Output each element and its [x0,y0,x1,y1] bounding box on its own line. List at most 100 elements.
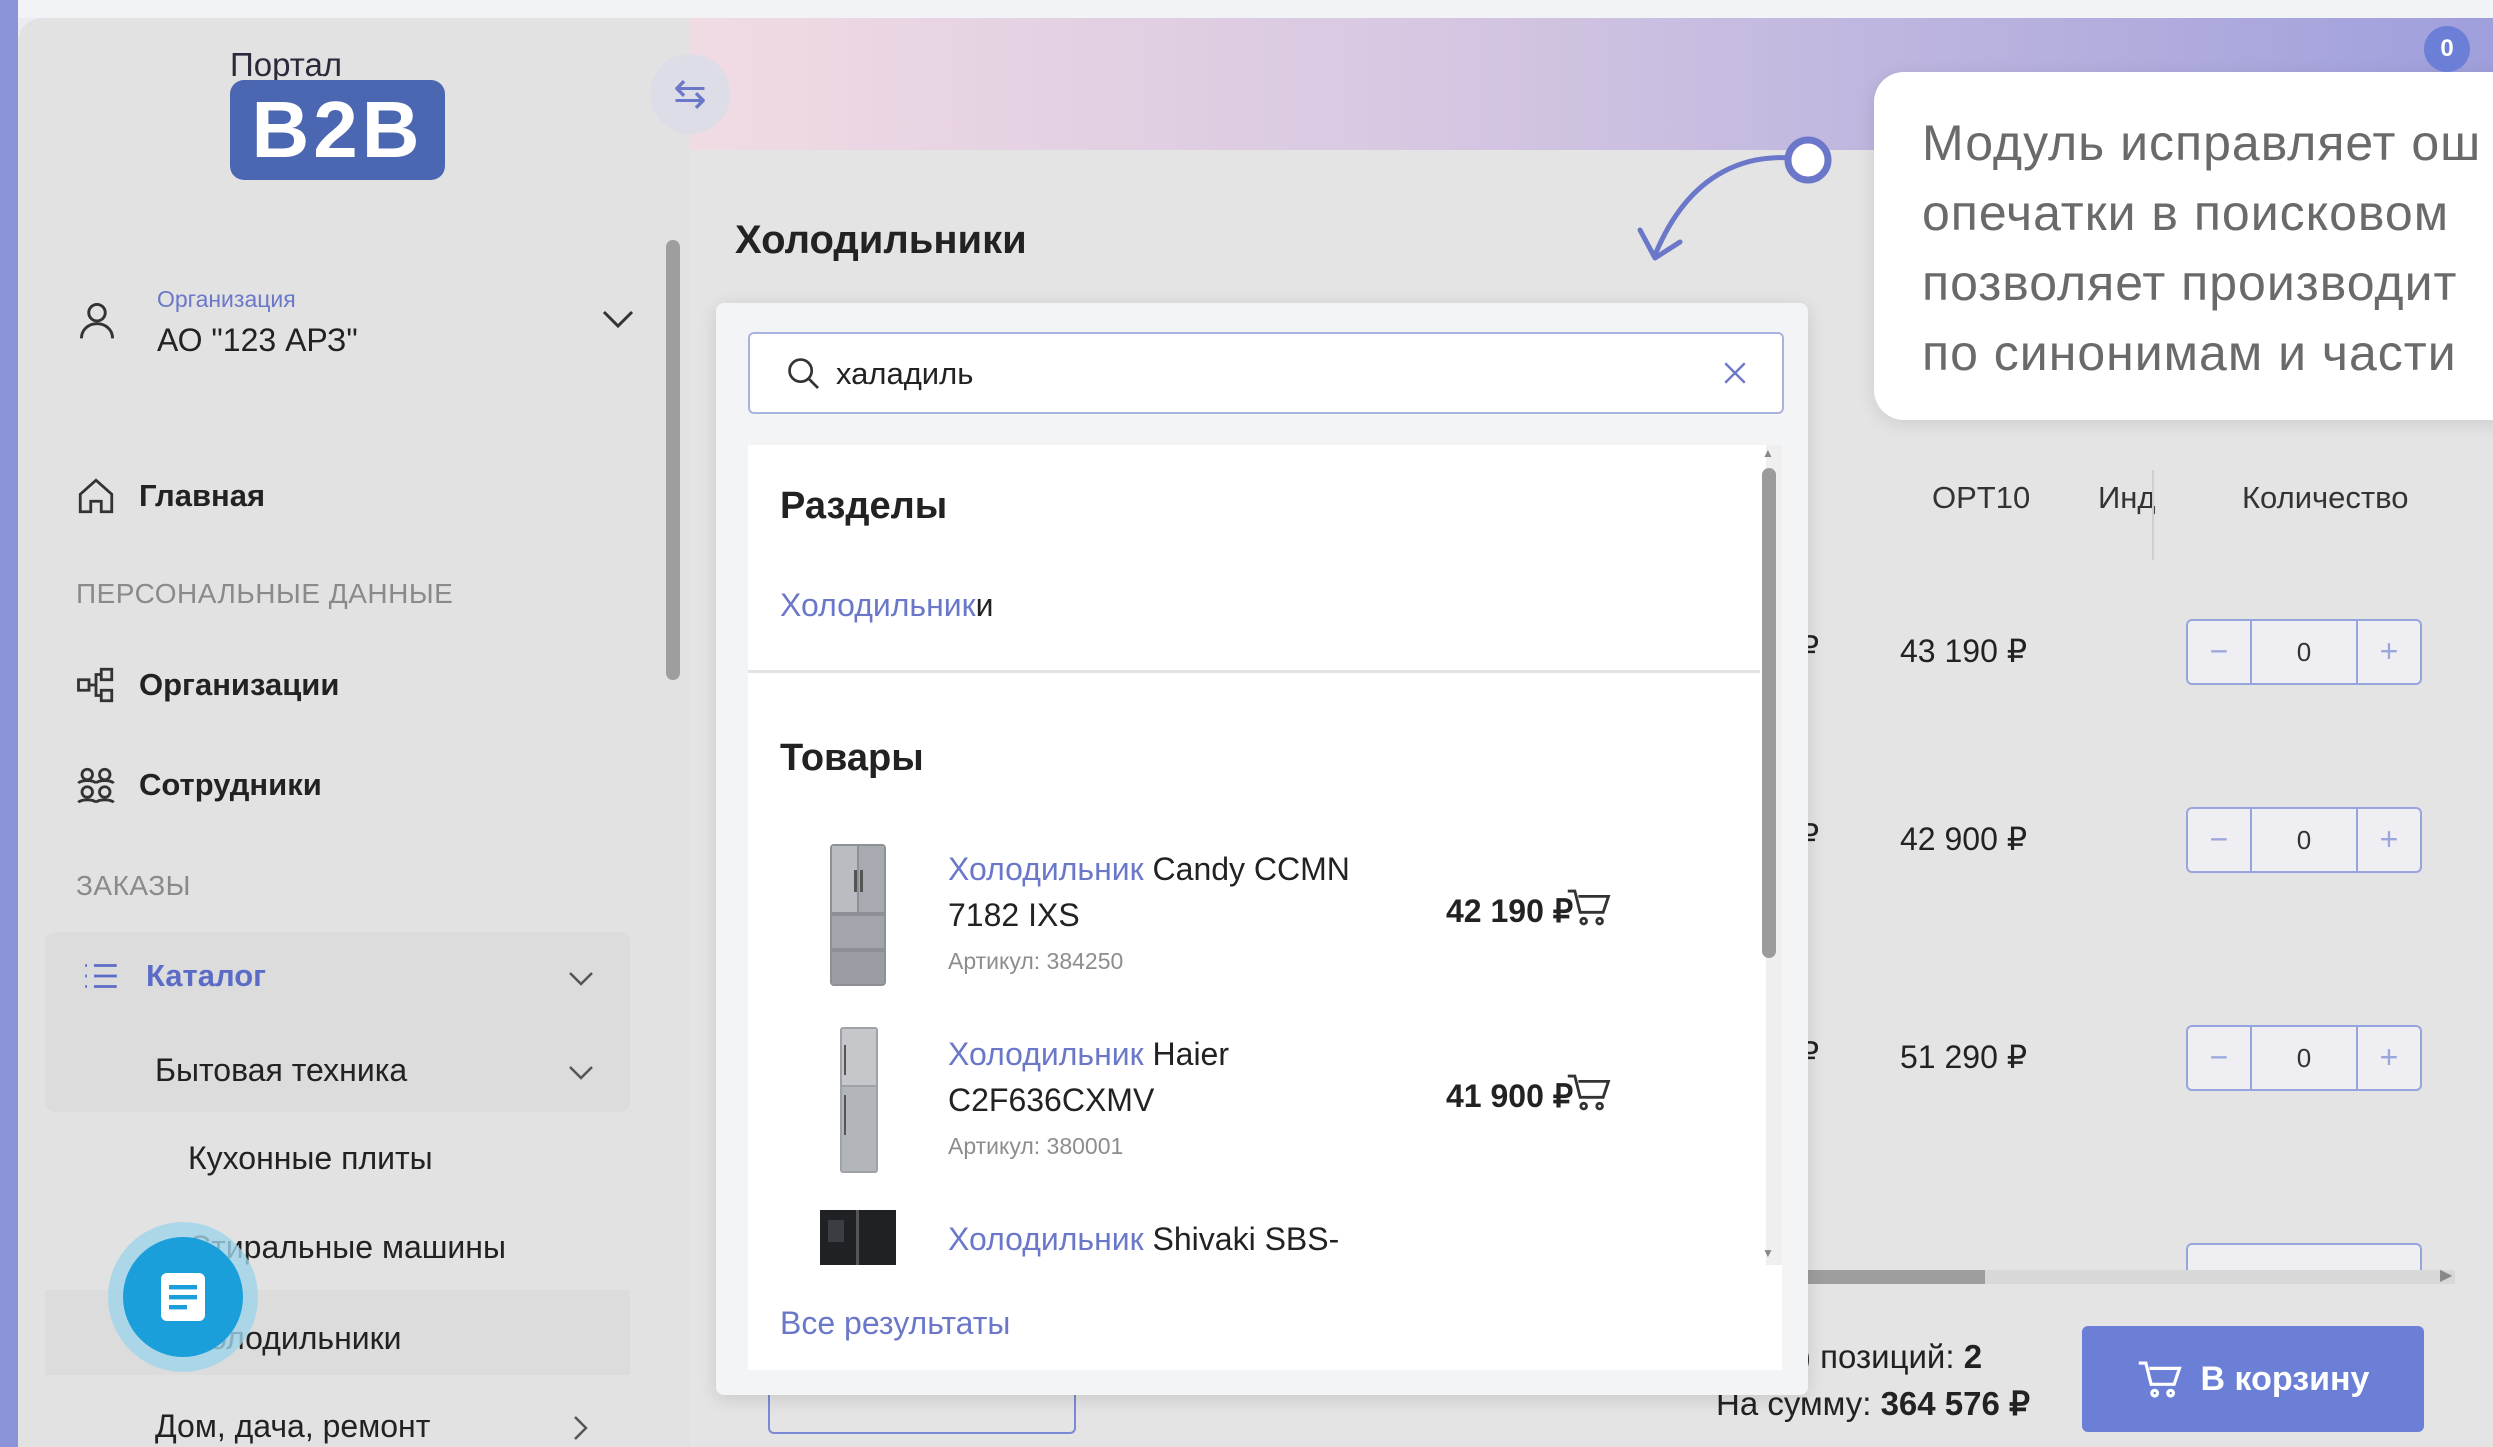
organization-label: Организация [157,286,296,312]
product-sku: Артикул: 384250 [948,948,1124,974]
increment-button[interactable]: + [2356,1027,2420,1089]
product-title: Холодильник Candy CCMN 7182 IXS [948,846,1388,938]
column-separator [2152,470,2154,560]
cart-icon [2138,1361,2182,1398]
callout-line: опечатки в поисковом [1922,185,2450,241]
column-header-ind: Инд [2098,480,2156,515]
divider [748,670,1760,673]
all-results-link[interactable]: Все результаты [780,1305,1010,1342]
quantity-input[interactable]: 0 [2252,1027,2356,1089]
chevron-down-icon[interactable] [567,970,595,988]
organizations-icon [77,667,114,703]
close-icon[interactable] [1722,360,1748,386]
quantity-stepper: − 0 + [2186,807,2422,873]
section-orders: ЗАКАЗЫ [76,870,191,901]
table-header: ) OPT10 Инд Количество [1780,480,2480,560]
sidebar-item-home[interactable]: Главная [75,475,265,517]
product-title: Холодильник Haier C2F636CXMV [948,1031,1388,1123]
product-sku: Артикул: 380001 [948,1133,1124,1159]
decrement-button[interactable]: − [2188,1027,2252,1089]
product-image [830,844,886,986]
table-scroll-thumb[interactable] [1805,1270,1985,1284]
highlight: Холодильник [948,1221,1144,1257]
callout-arrow [1637,136,1832,261]
sidebar-item-organizations[interactable]: Организации [75,664,339,706]
increment-button[interactable]: + [2356,621,2420,683]
quantity-stepper: − 0 + [2186,1025,2422,1091]
scroll-right-arrow[interactable]: ▶ [2440,1265,2452,1285]
sidebar-item-employees[interactable]: Сотрудники [75,764,322,806]
summary-sum-value: 364 576 ₽ [1880,1385,2031,1422]
sidebar-item-home-garden[interactable]: Дом, дача, ремонт [155,1408,430,1445]
product-image [840,1027,878,1173]
left-edge [0,0,18,1447]
sidebar-item-label: Каталог [146,958,267,993]
swap-icon: ⇆ [673,72,707,116]
list-icon [85,964,117,988]
highlight: Холодильник [780,587,976,623]
product-price: 42 190 ₽ [1446,893,1574,929]
row-price: 42 900 ₽ [1900,821,2028,857]
callout-line: Модуль исправляет ош [1922,115,2482,171]
add-to-cart-button[interactable]: В корзину [2082,1326,2424,1432]
row-price: 51 290 ₽ [1900,1039,2028,1075]
summary-count-value: 2 [1963,1338,1983,1375]
link-rest: и [975,587,994,623]
summary-count-label: ) позиций: [1800,1338,1964,1375]
sidebar-item-catalog[interactable]: Каталог [80,955,266,997]
notification-badge[interactable]: 0 [2424,26,2470,72]
product-name: Shivaki SBS- [1143,1221,1340,1257]
sidebar-item-label: Организации [139,667,340,702]
section-result-link[interactable]: Холодильники [780,587,994,624]
sidebar-toggle-button[interactable]: ⇆ [650,54,730,134]
employees-icon [77,767,115,804]
chat-fab-button[interactable] [123,1237,243,1357]
product-result[interactable]: Холодильник Candy CCMN 7182 IXS Артикул:… [748,840,1760,1020]
chevron-down-icon[interactable] [567,1064,595,1082]
highlight: Холодильник [948,1036,1144,1072]
cart-icon[interactable] [1566,886,1612,928]
cart-button-label: В корзину [2200,1359,2370,1398]
cart-icon[interactable] [1566,1071,1612,1113]
sidebar-item-appliances[interactable]: Бытовая техника [155,1052,407,1089]
callout-text: Модуль исправляет ош опечатки в поисково… [1922,108,2493,388]
search-results: Разделы Холодильники Товары Холодильник … [748,445,1782,1370]
home-icon [78,478,114,514]
decrement-button[interactable]: − [2188,809,2252,871]
logo[interactable]: B2B [230,80,445,180]
sidebar-item-label: Главная [139,478,266,513]
page-title: Холодильники [735,218,1027,262]
scroll-down-arrow[interactable]: ▼ [1762,1246,1774,1260]
organization-selector[interactable]: Организация АО "123 АРЗ" [75,270,635,380]
search-value: халадиль [836,356,974,391]
summary-count: ) позиций: 2 [1800,1338,1982,1376]
increment-button[interactable]: + [2356,809,2420,871]
product-title: Холодильник Shivaki SBS- [948,1216,1388,1262]
highlight: Холодильник [948,851,1144,887]
top-edge [0,0,2493,18]
quantity-input[interactable]: 0 [2252,621,2356,683]
sections-heading: Разделы [780,485,948,527]
search-input[interactable]: халадиль [748,332,1784,414]
quantity-input[interactable]: 0 [2252,809,2356,871]
search-icon [788,358,819,389]
decrement-button[interactable]: − [2188,621,2252,683]
column-header-quantity: Количество [2242,480,2409,515]
logo-top-text: Портал [230,46,343,83]
scroll-up-arrow[interactable]: ▲ [1762,446,1774,460]
sidebar-scrollbar[interactable] [666,240,680,680]
app-frame: Портал B2B ⇆ Организация АО "123 АРЗ" Гл… [0,0,2493,1447]
products-heading: Товары [780,737,924,779]
product-result[interactable]: Холодильник Haier C2F636CXMV Артикул: 38… [748,1025,1760,1205]
user-icon [79,302,115,339]
sidebar-item-stoves[interactable]: Кухонные плиты [188,1140,433,1177]
chevron-right-icon[interactable] [572,1414,590,1442]
row-price: 43 190 ₽ [1900,633,2028,669]
chevron-down-icon [602,310,634,329]
callout-line: по синонимам и части [1922,325,2457,381]
callout-line: позволяет производит [1922,255,2458,311]
column-header-opt10: OPT10 [1932,480,2031,515]
organization-name: АО "123 АРЗ" [157,322,358,358]
results-scroll-thumb[interactable] [1762,468,1776,958]
quantity-stepper: − 0 + [2186,619,2422,685]
